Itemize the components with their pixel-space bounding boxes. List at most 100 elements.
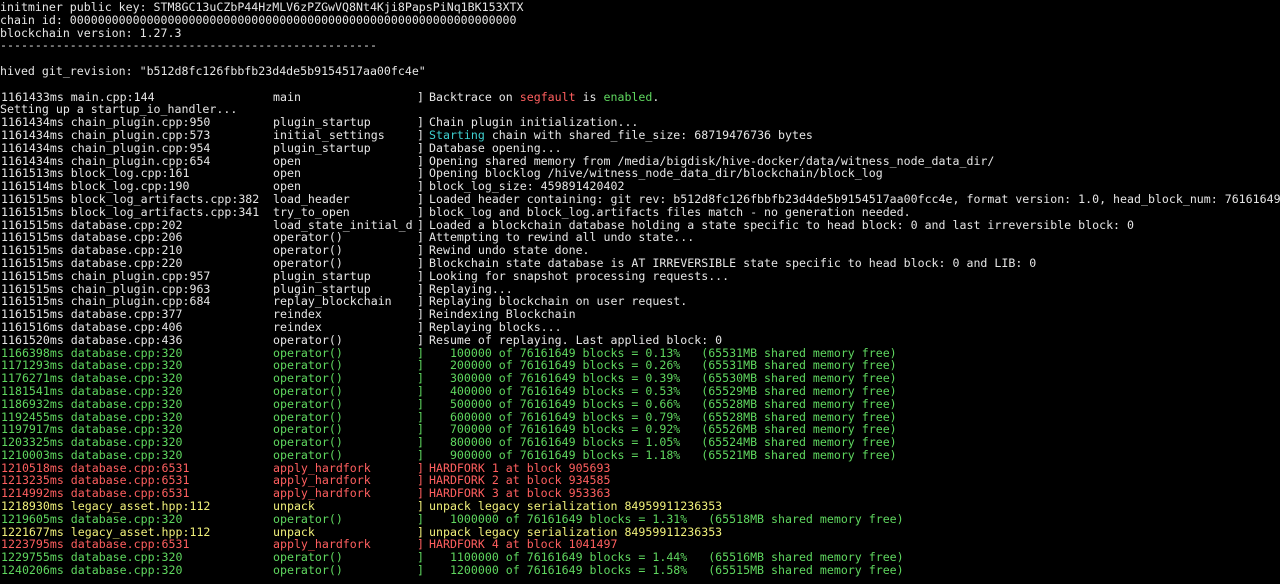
log-source: 1161515ms database.cpp:377 xyxy=(1,307,183,322)
log-message: Blockchain state database is AT IRREVERS… xyxy=(429,255,1037,270)
log-function: reindex xyxy=(273,319,322,334)
log-function: operator() xyxy=(273,511,343,526)
log-message-part: enabled xyxy=(603,89,653,104)
log-row: 1203325ms database.cpp:320 operator()] 80… xyxy=(0,436,1280,449)
log-source: 1176271ms database.cpp:320 xyxy=(1,371,183,386)
log-function: operator() xyxy=(273,371,343,386)
log-message-part: chain with shared_file_size: 68719476736… xyxy=(484,127,813,142)
log-bracket: ] xyxy=(417,204,424,219)
log-function: plugin_startup xyxy=(273,140,371,155)
log-function: operator() xyxy=(273,383,343,398)
log-source: 1181541ms database.cpp:320 xyxy=(1,383,183,398)
log-row: 1161513ms block_log.cpp:161 open] Opening … xyxy=(0,167,1280,180)
log-source: 1161516ms database.cpp:406 xyxy=(1,319,183,334)
log-message-part: . xyxy=(652,89,660,104)
log-row: 1161515ms database.cpp:206 operator()] Att… xyxy=(0,231,1280,244)
log-message: Starting chain with shared_file_size: 68… xyxy=(429,129,813,142)
log-function: unpack xyxy=(273,499,315,514)
log-message: Reindexing Blockchain xyxy=(429,307,576,322)
log-source: 1240206ms database.cpp:320 xyxy=(1,563,183,578)
initminer-pubkey-line: initminer public key: STM8GC13uCZbP44HzM… xyxy=(0,0,524,14)
log-source: 1219605ms database.cpp:320 xyxy=(1,511,183,526)
log-bracket: ] xyxy=(417,447,424,462)
git-revision-line: hived git_revision: "b512d8fc126fbbfb23d… xyxy=(0,63,426,78)
log-row: 1176271ms database.cpp:320 operator()] 30… xyxy=(0,372,1280,385)
log-message: Resume of replaying. Last applied block:… xyxy=(429,332,723,347)
log-function: reindex xyxy=(273,307,322,322)
log-row: 1161520ms database.cpp:436 operator()] Res… xyxy=(0,332,1280,347)
log-row: 1161515ms chain_plugin.cpp:957 plugin_sta… xyxy=(0,268,1280,283)
terminal-output[interactable]: initminer public key: STM8GC13uCZbP44HzM… xyxy=(0,0,1280,584)
log-message: 300000 of 76161649 blocks = 0.39% (65530… xyxy=(429,371,897,386)
log-source: 1161520ms database.cpp:436 xyxy=(1,332,183,347)
log-row: 1210003ms database.cpp:320 operator()] 90… xyxy=(0,449,1280,462)
log-bracket: ] xyxy=(417,191,424,206)
log-source: 1161515ms block_log_artifacts.cpp:341 xyxy=(1,204,260,219)
log-row: 1186932ms database.cpp:320 operator()] 50… xyxy=(0,396,1280,411)
log-row: 1218930ms legacy_asset.hpp:112 unpack] unp… xyxy=(0,500,1280,513)
log-function: load_header xyxy=(273,191,350,206)
log-message: 800000 of 76161649 blocks = 1.05% (65524… xyxy=(429,435,897,450)
log-bracket: ] xyxy=(417,268,424,283)
log-source: 1161515ms block_log_artifacts.cpp:382 xyxy=(1,191,260,206)
log-message: 400000 of 76161649 blocks = 0.53% (65529… xyxy=(429,383,897,398)
log-row: 1161433ms main.cpp:144 main] Backtrace on … xyxy=(0,89,1280,104)
log-row: 1161515ms database.cpp:377 reindex] Reinde… xyxy=(0,308,1280,321)
log-bracket: ] xyxy=(417,371,424,386)
log-bracket: ] xyxy=(417,332,424,347)
log-message: Loaded header containing: git rev: b512d… xyxy=(429,191,1280,206)
log-message: Replaying blocks... xyxy=(429,319,562,334)
log-function: operator() xyxy=(273,563,343,578)
log-row: 1213235ms database.cpp:6531 apply_hardfor… xyxy=(0,474,1280,487)
log-message: Backtrace on segfault is enabled. xyxy=(429,89,660,104)
log-bracket: ] xyxy=(417,563,424,578)
log-bracket: ] xyxy=(417,499,424,514)
log-message: block_log and block_log.artifacts files … xyxy=(429,204,911,219)
log-bracket: ] xyxy=(417,319,424,334)
log-bracket: ] xyxy=(417,89,424,104)
log-bracket: ] xyxy=(417,511,424,526)
log-function: operator() xyxy=(273,255,343,270)
log-bracket: ] xyxy=(417,307,424,322)
log-function: try_to_open xyxy=(273,204,350,219)
log-message: Looking for snapshot processing requests… xyxy=(429,268,730,283)
log-bracket: ] xyxy=(417,396,424,411)
log-row: 1161516ms database.cpp:406 reindex] Replay… xyxy=(0,321,1280,334)
log-source: 1203325ms database.cpp:320 xyxy=(1,435,183,450)
log-row: 1240206ms database.cpp:320 operator()] 12… xyxy=(0,564,1280,577)
log-source: 1218930ms legacy_asset.hpp:112 xyxy=(1,499,211,514)
log-function: operator() xyxy=(273,332,343,347)
log-function: operator() xyxy=(273,435,343,450)
log-row: 1219605ms database.cpp:320 operator()] 10… xyxy=(0,513,1280,526)
log-message: 1200000 of 76161649 blocks = 1.58% (6551… xyxy=(429,563,904,578)
log-bracket: ] xyxy=(417,127,424,142)
log-message: 1000000 of 76161649 blocks = 1.31% (6551… xyxy=(429,511,904,526)
log-row: 1181541ms database.cpp:320 operator()] 40… xyxy=(0,385,1280,398)
log-bracket: ] xyxy=(417,383,424,398)
log-source: 1161434ms chain_plugin.cpp:954 xyxy=(1,140,211,155)
log-row: 1161434ms chain_plugin.cpp:954 plugin_sta… xyxy=(0,140,1280,155)
log-source: 1161433ms main.cpp:144 xyxy=(1,89,155,104)
log-message: 900000 of 76161649 blocks = 1.18% (65521… xyxy=(429,447,897,462)
log-bracket: ] xyxy=(417,435,424,450)
log-message: unpack legacy serialization 849599112363… xyxy=(429,499,723,514)
log-function: plugin_startup xyxy=(273,268,371,283)
log-message: Database opening... xyxy=(429,140,562,155)
log-message-part: is xyxy=(575,89,604,104)
log-message-part: segfault xyxy=(519,89,576,104)
log-row: 1161515ms chain_plugin.cpp:684 replay_blo… xyxy=(0,295,1280,308)
log-list: 1161433ms main.cpp:144 main] Backtrace on … xyxy=(0,89,1280,577)
log-source: 1186932ms database.cpp:320 xyxy=(1,396,183,411)
log-source: 1161434ms chain_plugin.cpp:573 xyxy=(1,127,211,142)
log-source: 1210003ms database.cpp:320 xyxy=(1,447,183,462)
log-bracket: ] xyxy=(417,255,424,270)
log-function: initial_settings xyxy=(273,127,385,142)
log-message-part: Backtrace on xyxy=(429,89,520,104)
log-function: main xyxy=(273,89,301,104)
log-row: 1161515ms database.cpp:220 operator()] Blo… xyxy=(0,257,1280,270)
log-source: 1161515ms database.cpp:220 xyxy=(1,255,183,270)
log-source: 1161515ms chain_plugin.cpp:957 xyxy=(1,268,211,283)
log-row: 1161434ms chain_plugin.cpp:573 initial_se… xyxy=(0,129,1280,142)
log-row: 1221677ms legacy_asset.hpp:112 unpack] unp… xyxy=(0,525,1280,539)
log-row: 1210518ms database.cpp:6531 apply_hardfor… xyxy=(0,461,1280,475)
